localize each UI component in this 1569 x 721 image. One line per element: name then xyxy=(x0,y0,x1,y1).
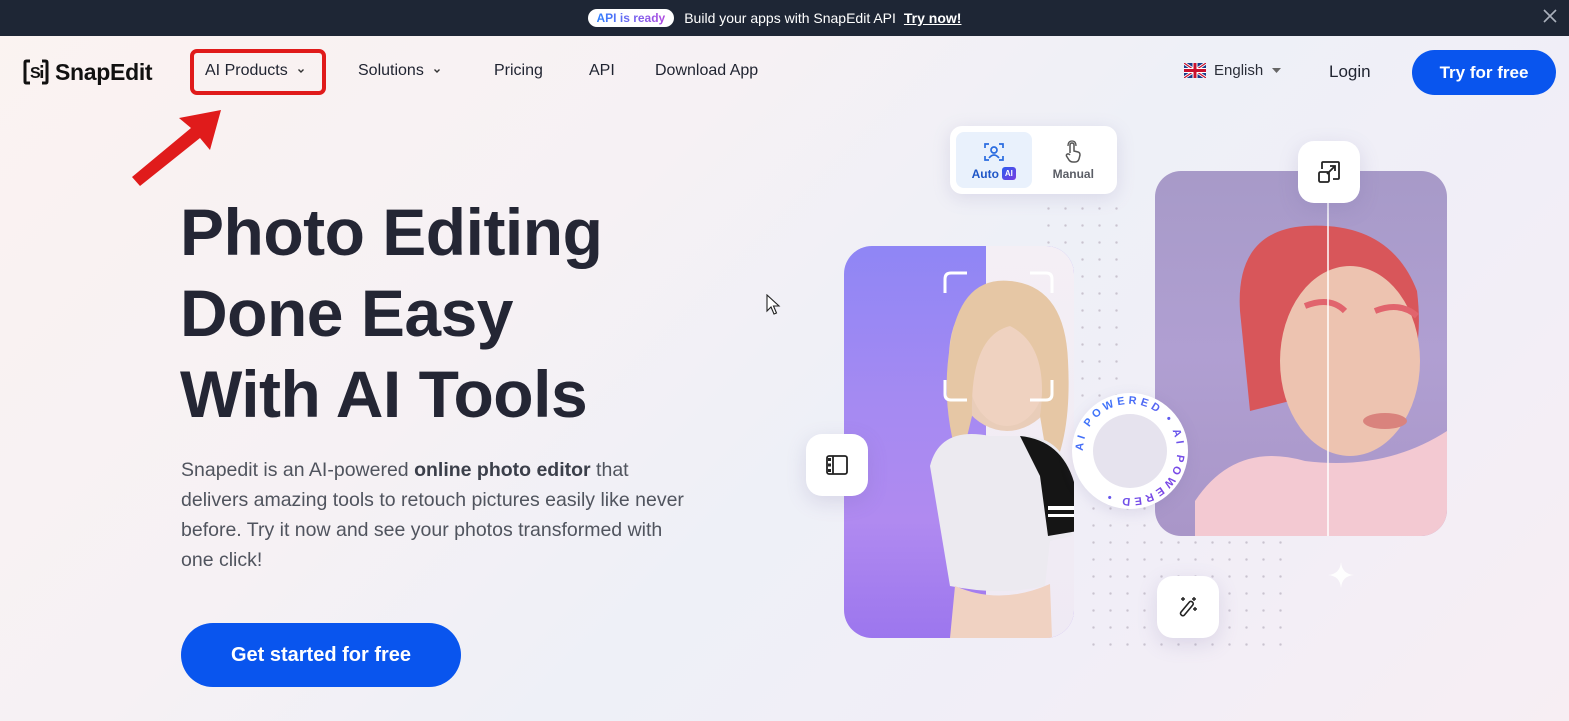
mode-manual-label: Manual xyxy=(1052,166,1094,181)
nav-solutions-label: Solutions xyxy=(358,62,424,79)
desc-bold-text: online photo editor xyxy=(414,459,591,481)
ai-powered-badge: AI POWERED • AI POWERED • xyxy=(1072,393,1188,509)
desc-text: Snapedit is an AI-powered xyxy=(181,459,415,481)
try-now-link[interactable]: Try now! xyxy=(904,10,962,26)
language-selector[interactable]: English xyxy=(1184,62,1282,79)
red-hair-portrait-image xyxy=(1195,225,1447,536)
uk-flag-icon xyxy=(1184,63,1206,78)
ai-chip: AI xyxy=(1001,167,1016,180)
caret-down-icon xyxy=(1272,67,1282,73)
try-for-free-button[interactable]: Try for free xyxy=(1412,50,1556,95)
hero-title: Photo Editing Done Easy With AI Tools xyxy=(180,192,603,435)
login-link[interactable]: Login xyxy=(1329,62,1371,82)
magic-wand-button[interactable] xyxy=(1157,576,1219,638)
ai-powered-ring-text: AI POWERED • AI POWERED • xyxy=(1074,395,1186,508)
hero-title-line: With AI Tools xyxy=(180,357,588,431)
film-strip-button[interactable] xyxy=(806,434,868,496)
portrait-card-auto xyxy=(844,246,1074,638)
svg-text:AI POWERED • AI POWERED •: AI POWERED • AI POWERED • xyxy=(1074,395,1186,508)
mode-auto-ai-tab[interactable]: Auto AI xyxy=(956,132,1032,188)
face-scan-icon xyxy=(983,142,1004,161)
close-icon[interactable] xyxy=(1539,5,1561,27)
nav-pricing[interactable]: Pricing xyxy=(494,62,543,80)
get-started-button[interactable]: Get started for free xyxy=(181,623,461,687)
chevron-down-icon xyxy=(433,69,440,73)
mode-auto-label: Auto xyxy=(971,166,999,181)
mouse-cursor-icon xyxy=(766,294,781,315)
nav-solutions[interactable]: Solutions xyxy=(358,62,442,80)
logo-icon: S xyxy=(23,59,49,85)
badge-ring-label: AI POWERED • AI POWERED • xyxy=(1074,395,1183,508)
language-label: English xyxy=(1214,62,1264,79)
announcement-bar: API is ready Build your apps with SnapEd… xyxy=(0,0,1569,36)
hero-title-line: Photo Editing xyxy=(180,195,603,269)
annotation-highlight-box xyxy=(190,49,326,95)
svg-text:S: S xyxy=(30,65,41,82)
logo-text: SnapEdit xyxy=(55,58,153,85)
compare-resize-button[interactable] xyxy=(1298,141,1360,203)
nav-pricing-label: Pricing xyxy=(494,62,543,79)
nav-download-app[interactable]: Download App xyxy=(655,62,758,80)
sparkle-icon xyxy=(1328,562,1354,588)
mode-toggle: Auto AI Manual xyxy=(950,126,1117,194)
face-detect-frame-icon xyxy=(943,271,1054,402)
snapedit-logo[interactable]: S SnapEdit xyxy=(22,58,153,86)
nav-api-label: API xyxy=(589,62,615,79)
portrait-card-compare xyxy=(1155,171,1447,536)
hero-description: Snapedit is an AI-powered online photo e… xyxy=(181,455,691,575)
hero-title-line: Done Easy xyxy=(180,276,513,350)
mode-manual-tab[interactable]: Manual xyxy=(1036,132,1112,188)
hand-pointer-icon xyxy=(1065,139,1082,163)
api-ready-badge: API is ready xyxy=(587,9,675,27)
magic-wand-icon xyxy=(1179,597,1197,617)
before-after-divider[interactable] xyxy=(1327,171,1329,536)
film-strip-icon xyxy=(826,455,848,475)
compare-resize-icon xyxy=(1318,161,1340,183)
announcement-message: Build your apps with SnapEdit API xyxy=(684,10,896,26)
nav-download-app-label: Download App xyxy=(655,62,759,79)
annotation-arrow-icon xyxy=(132,110,221,186)
nav-api[interactable]: API xyxy=(589,62,615,80)
